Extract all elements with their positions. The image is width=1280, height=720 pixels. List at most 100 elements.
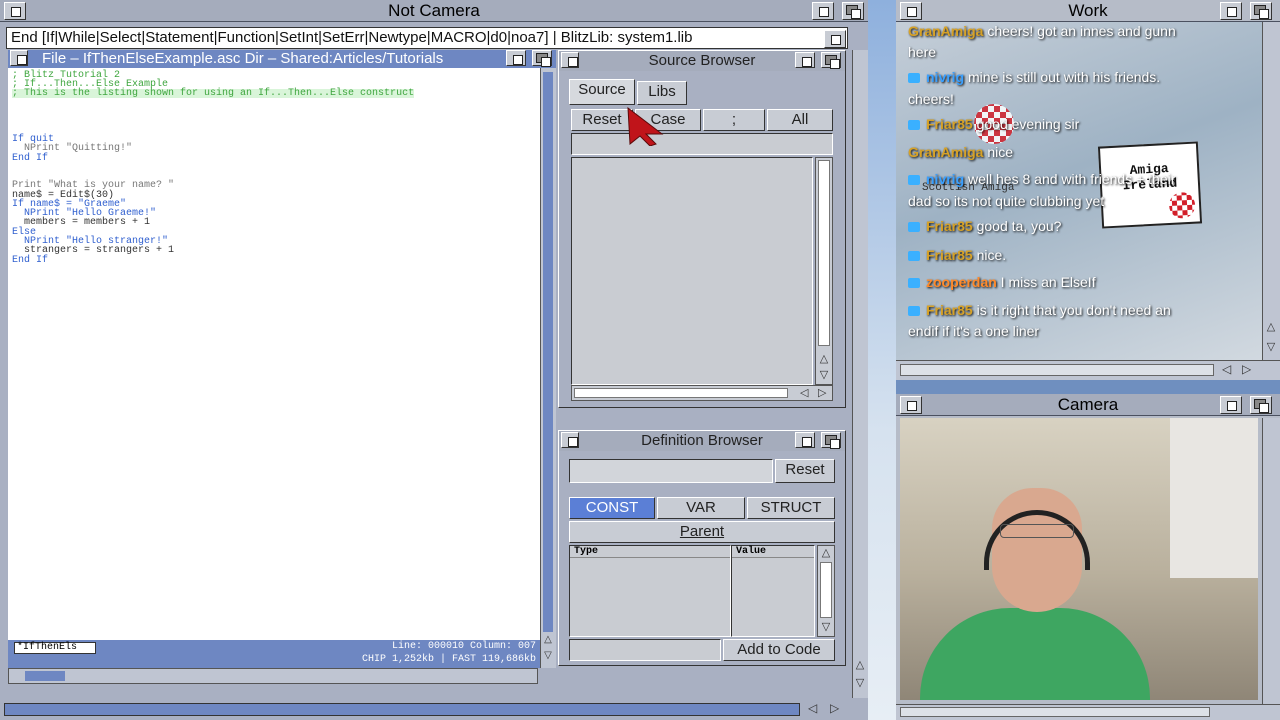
- definition-output-field: [569, 639, 721, 661]
- chat-area: GranAmiga cheers! got an innes and gunn …: [896, 22, 1262, 360]
- source-list-scrollbar[interactable]: △ ▽: [815, 157, 833, 385]
- main-hscroll-thumb[interactable]: [4, 703, 800, 716]
- depth-icon[interactable]: [842, 2, 864, 20]
- definition-browser-close-icon[interactable]: [561, 432, 579, 448]
- chat-user-icon: [908, 278, 920, 289]
- scroll-right-icon[interactable]: ▷: [818, 386, 826, 399]
- definition-browser-zoom-icon[interactable]: [795, 432, 815, 448]
- desktop-background: [868, 0, 896, 720]
- source-browser-panel: Source Browser Source Libs Reset Case ; …: [558, 50, 846, 408]
- editor-vertical-scrollbar[interactable]: △ ▽: [540, 68, 556, 668]
- scroll-up-icon[interactable]: △: [854, 658, 866, 671]
- scroll-down-icon[interactable]: ▽: [819, 620, 833, 633]
- not-camera-window: Not Camera End [If|While|Select|Statemen…: [0, 0, 868, 720]
- scroll-down-icon[interactable]: ▽: [817, 368, 831, 381]
- chat-user-icon: [908, 306, 920, 317]
- camera-zoom-icon[interactable]: [1220, 396, 1242, 414]
- parent-button[interactable]: Parent: [569, 521, 835, 543]
- tab-libs[interactable]: Libs: [637, 81, 687, 105]
- editor-tab[interactable]: *IfThenEls: [14, 642, 96, 654]
- code-line: ; This is the listing shown for using an…: [12, 88, 415, 99]
- camera-titlebar[interactable]: Camera: [896, 394, 1280, 416]
- work-titlebar[interactable]: Work: [896, 0, 1280, 22]
- work-depth-icon[interactable]: [1250, 2, 1272, 20]
- main-window-title: Not Camera: [388, 1, 480, 20]
- editor-close-icon[interactable]: [10, 50, 28, 66]
- wall-poster: [1170, 418, 1258, 578]
- source-list-scroll-thumb[interactable]: [818, 160, 830, 346]
- source-browser-close-icon[interactable]: [561, 52, 579, 68]
- work-vertical-scrollbar[interactable]: △ ▽: [1262, 22, 1280, 360]
- chat-message: Friar85 good evening sir: [908, 113, 1079, 135]
- chat-message: here: [908, 44, 937, 60]
- code-editor[interactable]: ; Blitz Tutorial 2 ; If...Then...Else Ex…: [8, 68, 540, 640]
- source-browser-zoom-icon[interactable]: [795, 52, 815, 68]
- chat-message: dad so its not quite clubbing yet: [908, 193, 1105, 209]
- editor-titlebar[interactable]: File – IfThenElseExample.asc Dir – Share…: [8, 50, 556, 68]
- camera-window: Camera: [896, 394, 1280, 704]
- tab-source[interactable]: Source: [569, 79, 635, 105]
- const-button[interactable]: CONST: [569, 497, 655, 519]
- source-hscroll-thumb[interactable]: [574, 388, 788, 398]
- glasses: [1000, 524, 1074, 538]
- scroll-down-icon[interactable]: ▽: [854, 676, 866, 689]
- editor-depth-icon[interactable]: [532, 50, 552, 67]
- work-horizontal-scrollbar[interactable]: ◁ ▷: [896, 360, 1280, 380]
- chat-user-icon: [908, 73, 920, 84]
- value-column[interactable]: Value: [731, 545, 815, 637]
- menu-strip-gadget-icon[interactable]: [824, 30, 846, 48]
- work-hscroll-thumb[interactable]: [900, 364, 1214, 376]
- editor-zoom-icon[interactable]: [506, 50, 526, 66]
- scroll-left-icon[interactable]: ◁: [808, 701, 817, 715]
- source-filter-field[interactable]: [571, 133, 833, 155]
- main-titlebar[interactable]: Not Camera: [0, 0, 868, 22]
- cursor-position: Line: 000010 Column: 007: [391, 641, 536, 652]
- definition-reset-button[interactable]: Reset: [775, 459, 835, 483]
- scroll-up-icon[interactable]: △: [1264, 320, 1278, 333]
- scroll-down-icon[interactable]: ▽: [1264, 340, 1278, 353]
- code-line: strangers = strangers + 1: [12, 245, 175, 256]
- source-list[interactable]: [571, 157, 813, 385]
- code-line: NPrint "Quitting!": [12, 143, 133, 154]
- var-button[interactable]: VAR: [657, 497, 745, 519]
- editor-scroll-thumb[interactable]: [543, 72, 553, 632]
- camera-scrollbar[interactable]: [1262, 418, 1280, 704]
- all-button[interactable]: All: [767, 109, 833, 131]
- scroll-right-icon[interactable]: ▷: [830, 701, 839, 715]
- reset-button[interactable]: Reset: [571, 109, 633, 131]
- chat-message: cheers!: [908, 91, 954, 107]
- camera-hscrollbar[interactable]: [896, 704, 1280, 720]
- scroll-right-icon[interactable]: ▷: [1242, 362, 1251, 376]
- definition-scroll-thumb[interactable]: [820, 562, 832, 618]
- scroll-left-icon[interactable]: ◁: [800, 386, 808, 399]
- add-to-code-button[interactable]: Add to Code: [723, 639, 835, 661]
- definition-search-input[interactable]: [569, 459, 773, 483]
- code-line: members = members + 1: [12, 217, 151, 228]
- scroll-up-icon[interactable]: △: [819, 546, 833, 559]
- type-column[interactable]: Type: [569, 545, 731, 637]
- chat-message: nivrig well hes 8 and with friends + the…: [908, 168, 1175, 190]
- main-horizontal-scrollbar[interactable]: ◁ ▷: [0, 700, 868, 720]
- camera-depth-icon[interactable]: [1250, 396, 1272, 414]
- zoom-icon[interactable]: [812, 2, 834, 20]
- editor-horizontal-scrollbar[interactable]: [8, 668, 538, 684]
- editor-title: File – IfThenElseExample.asc Dir – Share…: [42, 50, 444, 67]
- source-list-hscrollbar[interactable]: ◁ ▷: [571, 385, 833, 401]
- struct-button[interactable]: STRUCT: [747, 497, 835, 519]
- chat-user-icon: [908, 175, 920, 186]
- webcam-feed: [900, 418, 1258, 700]
- source-browser-depth-icon[interactable]: [821, 52, 841, 69]
- memory-status: CHIP 1,252kb | FAST 119,686kb: [361, 654, 536, 665]
- scroll-left-icon[interactable]: ◁: [1222, 362, 1231, 376]
- editor-hscroll-thumb[interactable]: [25, 671, 65, 681]
- chat-message: GranAmiga nice: [908, 144, 1014, 160]
- comment-button[interactable]: ;: [703, 109, 765, 131]
- camera-hscroll-thumb[interactable]: [900, 707, 1210, 717]
- definition-browser-depth-icon[interactable]: [821, 432, 841, 449]
- scroll-up-icon[interactable]: △: [817, 352, 831, 365]
- work-zoom-icon[interactable]: [1220, 2, 1242, 20]
- definition-scrollbar[interactable]: △ ▽: [817, 545, 835, 637]
- scroll-up-icon[interactable]: △: [542, 634, 554, 648]
- scroll-down-icon[interactable]: ▽: [542, 650, 554, 664]
- main-vertical-scrollbar[interactable]: △ ▽: [852, 50, 868, 698]
